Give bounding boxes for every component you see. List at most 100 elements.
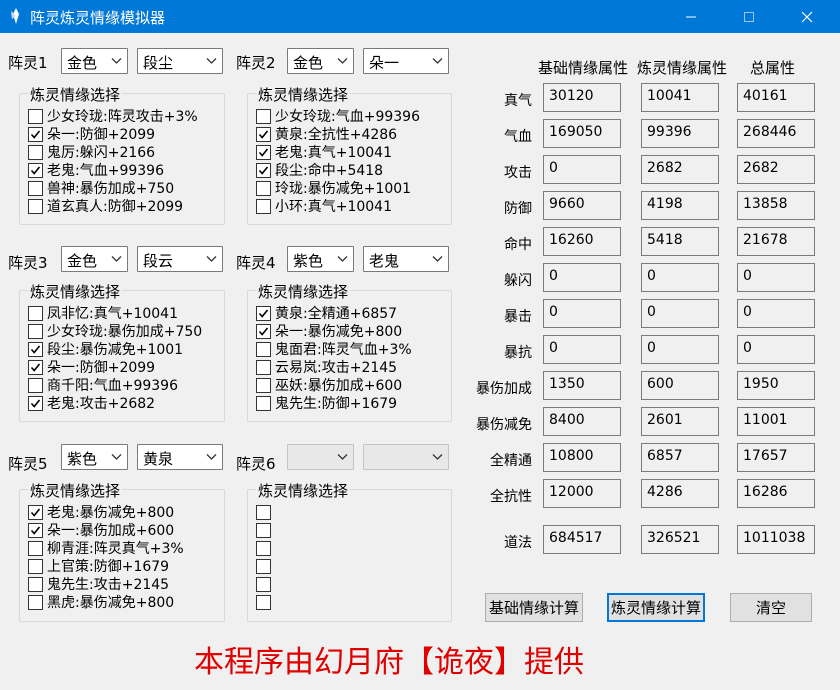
checkbox[interactable]: [256, 377, 271, 393]
checkbox[interactable]: [28, 305, 43, 321]
spirit-2-bond-option[interactable]: 老鬼:真气+10041: [256, 143, 392, 161]
checkbox[interactable]: [28, 576, 43, 592]
checkbox[interactable]: [256, 162, 271, 178]
attr-spirit-field[interactable]: 0: [641, 335, 719, 364]
attr-base-field[interactable]: 0: [543, 155, 621, 184]
spirit-6-name-select[interactable]: [363, 444, 449, 470]
checkbox[interactable]: [28, 594, 43, 610]
spirit-6-bond-option[interactable]: [256, 539, 275, 557]
clear-button[interactable]: 清空: [730, 593, 812, 622]
spirit-1-bond-option[interactable]: 老鬼:气血+99396: [28, 161, 164, 179]
spirit-4-bond-option[interactable]: 朵一:暴伤减免+800: [256, 322, 402, 340]
checkbox[interactable]: [256, 504, 271, 520]
attr-spirit-field[interactable]: 6857: [641, 443, 719, 472]
attr-spirit-field[interactable]: 326521: [641, 525, 719, 554]
attr-total-field[interactable]: 0: [737, 335, 815, 364]
spirit-4-bond-option[interactable]: 黄泉:全精通+6857: [256, 304, 397, 322]
spirit-4-bond-option[interactable]: 巫妖:暴伤加成+600: [256, 376, 402, 394]
spirit-2-bond-option[interactable]: 黄泉:全抗性+4286: [256, 125, 397, 143]
attr-spirit-field[interactable]: 10041: [641, 83, 719, 112]
spirit-2-bond-option[interactable]: 少女玲珑:气血+99396: [256, 107, 420, 125]
spirit-4-bond-option[interactable]: 鬼先生:防御+1679: [256, 394, 397, 412]
spirit-1-bond-option[interactable]: 兽神:暴伤加成+750: [28, 179, 174, 197]
spirit-3-bond-option[interactable]: 老鬼:攻击+2682: [28, 394, 155, 412]
close-button[interactable]: [784, 0, 830, 33]
attr-base-field[interactable]: 0: [543, 335, 621, 364]
checkbox[interactable]: [256, 126, 271, 142]
attr-total-field[interactable]: 40161: [737, 83, 815, 112]
checkbox[interactable]: [256, 540, 271, 556]
attr-base-field[interactable]: 30120: [543, 83, 621, 112]
base-calc-button[interactable]: 基础情缘计算: [485, 593, 583, 622]
spirit-3-bond-option[interactable]: 少女玲珑:暴伤加成+750: [28, 322, 202, 340]
checkbox[interactable]: [256, 305, 271, 321]
spirit-6-bond-option[interactable]: [256, 575, 275, 593]
spirit-3-bond-option[interactable]: 凤非忆:真气+10041: [28, 304, 178, 322]
spirit-1-bond-option[interactable]: 鬼厉:躲闪+2166: [28, 143, 155, 161]
spirit-3-name-select[interactable]: 段云: [137, 246, 223, 272]
attr-total-field[interactable]: 21678: [737, 227, 815, 256]
checkbox[interactable]: [28, 558, 43, 574]
attr-total-field[interactable]: 16286: [737, 479, 815, 508]
attr-spirit-field[interactable]: 99396: [641, 119, 719, 148]
attr-spirit-field[interactable]: 0: [641, 263, 719, 292]
spirit-1-bond-option[interactable]: 道玄真人:防御+2099: [28, 197, 183, 215]
spirit-calc-button[interactable]: 炼灵情缘计算: [607, 593, 705, 622]
checkbox[interactable]: [28, 323, 43, 339]
spirit-2-bond-option[interactable]: 玲珑:暴伤减免+1001: [256, 179, 411, 197]
checkbox[interactable]: [256, 522, 271, 538]
checkbox[interactable]: [28, 504, 43, 520]
checkbox[interactable]: [28, 108, 43, 124]
maximize-button[interactable]: [726, 0, 772, 33]
attr-base-field[interactable]: 12000: [543, 479, 621, 508]
attr-spirit-field[interactable]: 2682: [641, 155, 719, 184]
spirit-6-bond-option[interactable]: [256, 557, 275, 575]
attr-total-field[interactable]: 268446: [737, 119, 815, 148]
attr-base-field[interactable]: 684517: [543, 525, 621, 554]
spirit-5-bond-option[interactable]: 柳青涯:阵灵真气+3%: [28, 539, 184, 557]
spirit-2-name-select[interactable]: 朵一: [363, 48, 449, 74]
attr-total-field[interactable]: 1950: [737, 371, 815, 400]
attr-spirit-field[interactable]: 4198: [641, 191, 719, 220]
spirit-5-bond-option[interactable]: 朵一:暴伤加成+600: [28, 521, 174, 539]
spirit-5-name-select[interactable]: 黄泉: [137, 444, 223, 470]
spirit-3-bond-option[interactable]: 段尘:暴伤减免+1001: [28, 340, 183, 358]
spirit-5-grade-select[interactable]: 紫色: [61, 444, 128, 470]
spirit-2-grade-select[interactable]: 金色: [287, 48, 354, 74]
attr-base-field[interactable]: 0: [543, 299, 621, 328]
attr-base-field[interactable]: 16260: [543, 227, 621, 256]
attr-base-field[interactable]: 8400: [543, 407, 621, 436]
attr-spirit-field[interactable]: 600: [641, 371, 719, 400]
spirit-6-bond-option[interactable]: [256, 593, 275, 611]
checkbox[interactable]: [28, 144, 43, 160]
attr-spirit-field[interactable]: 2601: [641, 407, 719, 436]
checkbox[interactable]: [256, 558, 271, 574]
spirit-6-bond-option[interactable]: [256, 521, 275, 539]
attr-total-field[interactable]: 0: [737, 263, 815, 292]
checkbox[interactable]: [256, 395, 271, 411]
attr-total-field[interactable]: 0: [737, 299, 815, 328]
checkbox[interactable]: [256, 180, 271, 196]
checkbox[interactable]: [256, 198, 271, 214]
spirit-4-grade-select[interactable]: 紫色: [287, 246, 354, 272]
checkbox[interactable]: [28, 359, 43, 375]
checkbox[interactable]: [256, 341, 271, 357]
checkbox[interactable]: [28, 377, 43, 393]
checkbox[interactable]: [28, 395, 43, 411]
spirit-4-bond-option[interactable]: 云易岚:攻击+2145: [256, 358, 397, 376]
spirit-5-bond-option[interactable]: 黑虎:暴伤减免+800: [28, 593, 174, 611]
attr-base-field[interactable]: 169050: [543, 119, 621, 148]
checkbox[interactable]: [28, 126, 43, 142]
spirit-2-bond-option[interactable]: 段尘:命中+5418: [256, 161, 383, 179]
spirit-6-grade-select[interactable]: [287, 444, 354, 470]
attr-base-field[interactable]: 10800: [543, 443, 621, 472]
spirit-3-bond-option[interactable]: 商千阳:气血+99396: [28, 376, 178, 394]
checkbox[interactable]: [256, 144, 271, 160]
spirit-2-bond-option[interactable]: 小环:真气+10041: [256, 197, 392, 215]
spirit-4-bond-option[interactable]: 鬼面君:阵灵气血+3%: [256, 340, 412, 358]
checkbox[interactable]: [256, 323, 271, 339]
spirit-3-grade-select[interactable]: 金色: [61, 246, 128, 272]
attr-total-field[interactable]: 2682: [737, 155, 815, 184]
spirit-1-bond-option[interactable]: 朵一:防御+2099: [28, 125, 155, 143]
spirit-4-name-select[interactable]: 老鬼: [363, 246, 449, 272]
